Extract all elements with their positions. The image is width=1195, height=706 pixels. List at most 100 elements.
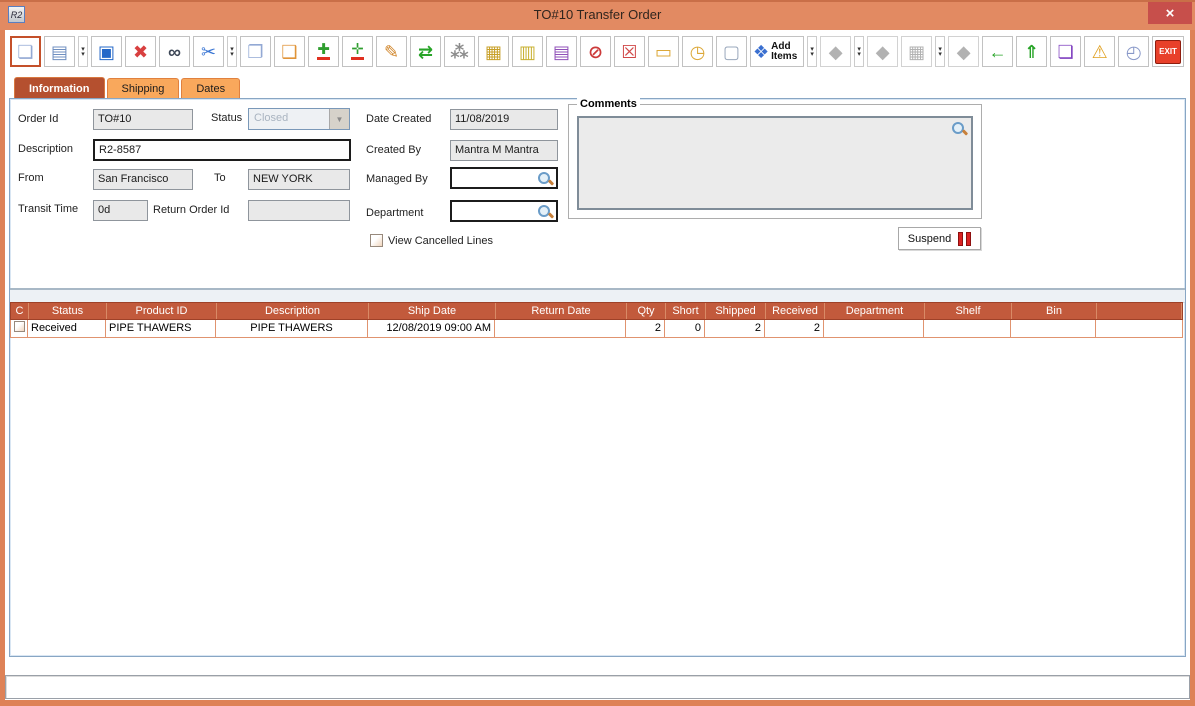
toolbar-button-paste[interactable]: ❑ [274,36,305,67]
cell-shipped[interactable]: 2 [705,320,765,338]
ship-options-dropdown[interactable]: ▾▾ [935,36,945,67]
comments-textarea[interactable] [577,116,973,210]
toolbar-button-transfer-document[interactable]: ▥ [512,36,543,67]
toolbar-button-add-multiple-lines[interactable]: ✛ [342,36,373,67]
cell-c[interactable] [10,320,28,338]
column-header-shelf[interactable]: Shelf [925,303,1012,319]
cell-ship-date[interactable]: 12/08/2019 09:00 AM [368,320,495,338]
toolbar-button-delete-order[interactable]: ✖ [125,36,156,67]
exit-icon: EXIT [1155,40,1181,64]
toolbar-button-exit[interactable]: EXIT [1152,36,1184,67]
toolbar-button-add-line[interactable]: ✚ [308,36,339,67]
cut-options-dropdown[interactable]: ▾▾ [227,36,237,67]
print-options-dropdown[interactable]: ▾▾ [78,36,88,67]
toolbar-button-order-warnings[interactable]: ⚠ [1084,36,1115,67]
toolbar-button-ship: ▦ [901,36,932,67]
cell-return-date[interactable] [495,320,626,338]
folder-clock-icon: ◷ [690,43,706,61]
created-by-field: Mantra M Mantra [450,140,558,161]
toolbar-button-misc-po[interactable]: ▤ [546,36,577,67]
add-plus-icon: ✚ [317,43,330,60]
scissors-icon: ✂ [201,43,216,61]
box-green-arrow-icon: ⇑ [1024,43,1039,61]
comments-group: Comments [568,104,982,219]
toolbar-button-find[interactable]: ∞ [159,36,190,67]
column-header-c[interactable]: C [11,303,29,319]
close-button[interactable]: × [1148,2,1192,24]
toolbar-button-new-document[interactable]: ❏ [10,36,41,67]
comments-search-icon[interactable] [952,122,966,136]
document-t-icon: ▥ [519,43,536,61]
cell-department[interactable] [824,320,924,338]
column-header-shipped[interactable]: Shipped [706,303,766,319]
description-field[interactable]: R2-8587 [93,139,351,161]
toolbar-button-save[interactable]: ▣ [91,36,122,67]
column-header-product-id[interactable]: Product ID [107,303,217,319]
toolbar-button-cut[interactable]: ✂ [193,36,224,67]
add-items-dropdown[interactable]: ▾▾ [807,36,817,67]
column-header-ship-date[interactable]: Ship Date [369,303,496,319]
cell-status[interactable]: Received [28,320,106,338]
toolbar-button-copy[interactable]: ❐ [240,36,271,67]
view-cancelled-lines-checkbox[interactable] [370,234,383,247]
column-header-status[interactable]: Status [29,303,107,319]
cell-short[interactable]: 0 [665,320,705,338]
cell-blank[interactable] [1096,320,1183,338]
managed-by-field[interactable] [450,167,558,189]
toolbar-button-add-items[interactable]: ❖Add Items [750,36,804,67]
column-header-description[interactable]: Description [217,303,369,319]
status-select: Closed ▼ [248,108,350,130]
notepad-clock-icon: ◴ [1126,43,1142,61]
toolbar-button-activity-log[interactable]: ◴ [1118,36,1149,67]
managed-by-search-icon[interactable] [538,172,552,186]
toolbar-button-order-notes[interactable]: ❏ [1050,36,1081,67]
cell-product-id[interactable]: PIPE THAWERS [106,320,216,338]
toolbar-button-refresh[interactable]: ⇄ [410,36,441,67]
toolbar-button-print[interactable]: ▤ [44,36,75,67]
department-field[interactable] [450,200,558,222]
view-cancelled-lines-label: View Cancelled Lines [388,235,493,247]
column-header-blank[interactable] [1097,303,1182,319]
status-label: Status [211,112,242,124]
toolbar-button-document-history[interactable]: ◷ [682,36,713,67]
managed-by-label: Managed By [366,173,428,185]
truck-green-arrow-icon: ← [989,43,1007,61]
toolbar-button-file-attachments[interactable]: ▭ [648,36,679,67]
cell-qty[interactable]: 2 [626,320,665,338]
created-by-label: Created By [366,144,421,156]
status-value: Closed [249,109,329,129]
tab-information[interactable]: Information [14,77,105,99]
cell-received[interactable]: 2 [765,320,824,338]
department-search-icon[interactable] [538,205,552,219]
toolbar-button-delete-document[interactable]: ☒ [614,36,645,67]
toolbar-button-receive-transfer[interactable]: ← [982,36,1013,67]
tab-dates[interactable]: Dates [181,78,240,99]
column-header-return-date[interactable]: Return Date [496,303,627,319]
toolbar-button-cancel-lines[interactable]: ⊘ [580,36,611,67]
column-header-short[interactable]: Short [666,303,706,319]
printer-icon: ▤ [51,43,68,61]
column-header-bin[interactable]: Bin [1012,303,1097,319]
toolbar-button-asset-info[interactable]: ▦ [478,36,509,67]
column-header-department[interactable]: Department [825,303,925,319]
toolbar-button-edit-notes[interactable]: ✎ [376,36,407,67]
tab-shipping[interactable]: Shipping [107,78,180,99]
column-header-qty[interactable]: Qty [627,303,666,319]
row-select-checkbox[interactable] [14,321,25,332]
cell-shelf[interactable] [924,320,1011,338]
table-row[interactable]: ReceivedPIPE THAWERSPIPE THAWERS12/08/20… [10,320,1183,338]
toolbar-button-shortcut-keys[interactable]: ▢ [716,36,747,67]
purple-document-icon: ❏ [1058,43,1074,61]
maintenance-dropdown[interactable]: ▾▾ [854,36,864,67]
suspend-button[interactable]: Suspend [898,227,981,250]
order-id-field: TO#10 [93,109,193,130]
cell-bin[interactable] [1011,320,1096,338]
from-field: San Francisco [93,169,193,190]
tab-strip: InformationShippingDates [14,77,240,99]
toolbar-button-item-inquiry[interactable]: ⁂ [444,36,475,67]
date-created-field: 11/08/2019 [450,109,558,130]
cell-description[interactable]: PIPE THAWERS [216,320,368,338]
column-header-received[interactable]: Received [766,303,825,319]
comments-label: Comments [577,98,640,110]
toolbar-button-return-items[interactable]: ⇑ [1016,36,1047,67]
